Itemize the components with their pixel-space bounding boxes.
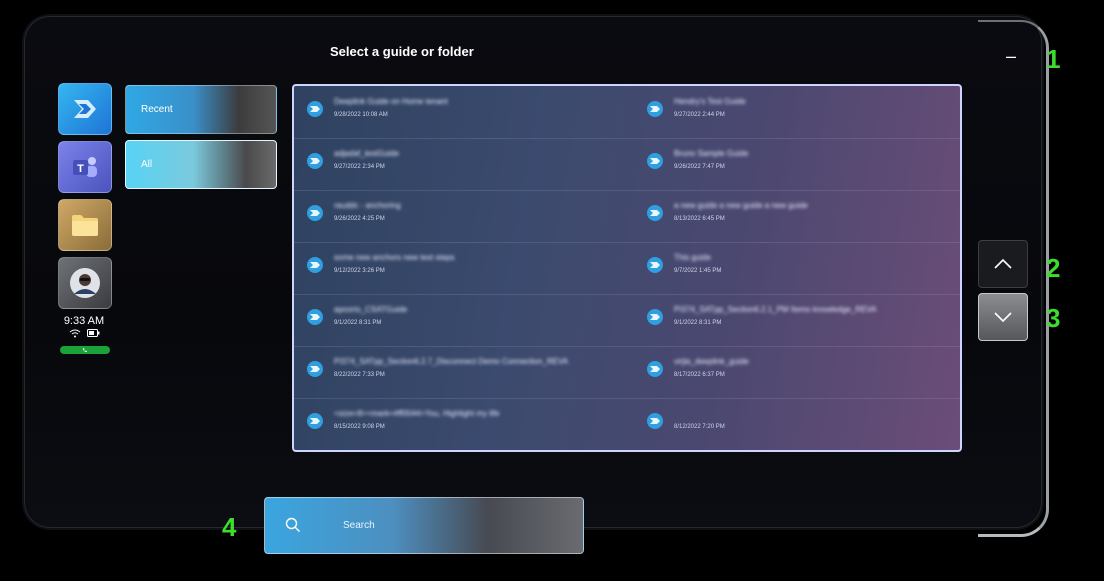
guide-item[interactable]: Deeplink Guide on Home tenant 9/28/2022 1… [294, 86, 614, 138]
teams-app-icon: T [73, 157, 97, 177]
guide-date: 9/27/2022 2:34 PM [334, 164, 385, 170]
guide-icon [307, 361, 323, 377]
search-placeholder: Search [343, 520, 375, 531]
phone-icon [83, 348, 87, 352]
callout-1: 1 [1046, 44, 1061, 74]
guide-row: some new anchors new test steps 9/12/2022… [294, 242, 960, 295]
guide-date: 9/27/2022 2:44 PM [674, 112, 725, 118]
guide-item[interactable]: rauddc - anchoring 9/26/2022 4:25 PM [294, 190, 614, 242]
guide-date: 8/12/2022 7:20 PM [674, 424, 725, 430]
filter-all-button[interactable]: All [125, 140, 277, 189]
app-rail: T 9:33 AM [58, 83, 112, 354]
guide-date: 9/26/2022 4:25 PM [334, 216, 385, 222]
guide-row: PI374_SATpp_Section6.2.7_Disconnect Demo… [294, 346, 960, 399]
guide-item[interactable]: some new anchors new test steps 9/12/2022… [294, 242, 614, 294]
battery-icon [86, 329, 99, 337]
guide-name: adjadaf_testGuide [334, 149, 399, 158]
search-icon [285, 517, 300, 532]
guide-row: rauddc - anchoring 9/26/2022 4:25 PM a new… [294, 190, 960, 243]
guide-icon [647, 413, 663, 429]
guide-row: <size=8><mark=#ff0044>You, Highlight my … [294, 398, 960, 450]
guide-icon [647, 309, 663, 325]
guide-item[interactable]: 8/12/2022 7:20 PM [634, 398, 954, 450]
guide-item[interactable]: PI374_SATpp_Section6.2.1_PM Items knowle… [634, 294, 954, 346]
guide-icon [307, 413, 323, 429]
avatar-button[interactable] [58, 257, 112, 309]
guide-name: Hendry's Test Guide [674, 97, 746, 106]
guide-row: apoorio_CSATGuide 9/1/2022 8:31 PM PI374_S… [294, 294, 960, 347]
guide-icon [307, 257, 323, 273]
guide-name: PI374_SATpp_Section6.2.7_Disconnect Demo… [334, 357, 569, 366]
guide-item[interactable]: adjadaf_testGuide 9/27/2022 2:34 PM [294, 138, 614, 190]
guide-date: 9/7/2022 1:45 PM [674, 268, 722, 274]
guide-icon [647, 205, 663, 221]
guide-item[interactable]: Bruno Sample Guide 9/26/2022 7:47 PM [634, 138, 954, 190]
guide-icon [647, 153, 663, 169]
teams-app-button[interactable]: T [58, 141, 112, 193]
guide-date: 9/28/2022 10:08 AM [334, 112, 388, 118]
guide-name: rauddc - anchoring [334, 201, 401, 210]
guide-icon [307, 101, 323, 117]
callout-3: 3 [1046, 303, 1061, 333]
guide-item[interactable]: virjla_deeplink_guide 8/17/2022 6:37 PM [634, 346, 954, 398]
guide-name: PI374_SATpp_Section6.2.1_PM Items knowle… [674, 305, 877, 314]
guide-name: apoorio_CSATGuide [334, 305, 408, 314]
guide-icon [647, 361, 663, 377]
page-title: Select a guide or folder [330, 44, 474, 59]
folder-app-icon [72, 215, 98, 236]
guide-item[interactable]: apoorio_CSATGuide 9/1/2022 8:31 PM [294, 294, 614, 346]
guide-date: 8/15/2022 9:08 PM [334, 424, 385, 430]
filter-recent-button[interactable]: Recent [125, 85, 277, 134]
guide-name: This guide [674, 253, 711, 262]
guide-date: 8/13/2022 6:45 PM [674, 216, 725, 222]
guide-date: 9/1/2022 8:31 PM [674, 320, 722, 326]
avatar-icon [70, 268, 100, 298]
guide-item[interactable]: This guide 9/7/2022 1:45 PM [634, 242, 954, 294]
guide-icon [307, 309, 323, 325]
guide-icon [307, 205, 323, 221]
status-bar [58, 329, 110, 338]
guide-name: Deeplink Guide on Home tenant [334, 97, 448, 106]
guide-date: 8/17/2022 6:37 PM [674, 372, 725, 378]
guide-item[interactable]: PI374_SATpp_Section6.2.7_Disconnect Demo… [294, 346, 614, 398]
guide-row: Deeplink Guide on Home tenant 9/28/2022 1… [294, 86, 960, 139]
search-input[interactable]: Search [264, 497, 584, 554]
guide-item[interactable]: Hendry's Test Guide 9/27/2022 2:44 PM [634, 86, 954, 138]
callout-2: 2 [1046, 253, 1061, 283]
guide-date: 9/1/2022 8:31 PM [334, 320, 382, 326]
guides-app-button[interactable] [58, 83, 112, 135]
clock: 9:33 AM [63, 315, 105, 327]
chevron-down-icon [994, 312, 1012, 323]
guide-date: 9/12/2022 3:26 PM [334, 268, 385, 274]
guide-icon [647, 257, 663, 273]
svg-text:T: T [77, 163, 84, 175]
scroll-down-button[interactable] [978, 293, 1028, 341]
guide-item[interactable]: <size=8><mark=#ff0044>You, Highlight my … [294, 398, 614, 450]
guide-row: adjadaf_testGuide 9/27/2022 2:34 PM Bruno … [294, 138, 960, 191]
guide-icon [307, 153, 323, 169]
minimize-button[interactable]: – [1000, 46, 1022, 66]
guide-name: Bruno Sample Guide [674, 149, 749, 158]
guide-name: a new guide a new guide a new guide [674, 201, 808, 210]
folder-app-button[interactable] [58, 199, 112, 251]
guide-item[interactable]: a new guide a new guide a new guide 8/13/… [634, 190, 954, 242]
guide-list: Deeplink Guide on Home tenant 9/28/2022 1… [292, 84, 962, 452]
wifi-icon [69, 329, 80, 338]
guide-name: <size=8><mark=#ff0044>You, Highlight my … [334, 409, 500, 418]
guide-date: 8/22/2022 7:33 PM [334, 372, 385, 378]
call-indicator[interactable] [60, 346, 110, 354]
callout-4: 4 [222, 512, 237, 542]
chevron-up-icon [994, 258, 1012, 269]
scroll-up-button[interactable] [978, 240, 1028, 288]
guide-icon [647, 101, 663, 117]
guides-app-icon [74, 100, 96, 118]
guide-name: virjla_deeplink_guide [674, 357, 749, 366]
guide-date: 9/26/2022 7:47 PM [674, 164, 725, 170]
guide-name: some new anchors new test steps [334, 253, 455, 262]
